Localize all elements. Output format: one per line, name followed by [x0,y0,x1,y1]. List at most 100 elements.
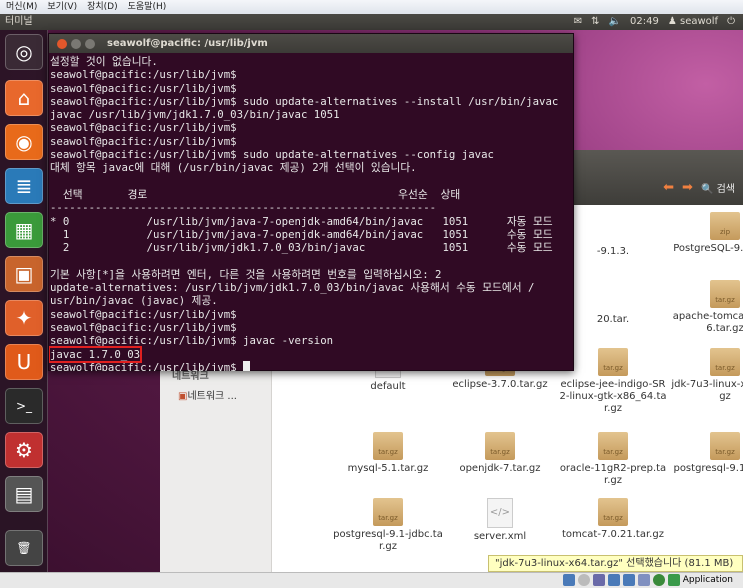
forward-arrow-icon[interactable]: ➡ [682,180,693,195]
terminal-line-text: 1 /usr/lib/jvm/java-7-openjdk-amd64/bin/… [50,227,553,241]
power-icon[interactable]: ⏻ [727,14,735,30]
launcher-libreoffice-writer[interactable]: ≣ [5,168,43,204]
terminal-line-text: 기본 사항[*]을 사용하려면 엔터, 다른 것을 사용하려면 번호를 입력하십… [50,267,442,281]
file-item[interactable]: tar.gz apache-tomcat-7.0.26.tar.gz [670,280,743,335]
archive-icon: tar.gz [710,432,740,460]
terminal-line: seawolf@pacific:/usr/lib/jvm$ javac -ver… [50,334,573,347]
home-folder-icon: ⌂ [17,86,31,110]
file-item[interactable]: 20.tar. [558,280,668,326]
launcher-ubuntu-one[interactable]: U [5,344,43,380]
terminal-line-text: seawolf@pacific:/usr/lib/jvm$ [50,307,237,321]
file-item[interactable]: </> server.xml [445,498,555,543]
file-name: postgresql-9.1-jdbc.tar.gz [333,529,443,552]
launcher-ubuntu-dash[interactable]: ◎ [5,34,43,70]
file-item[interactable]: tar.gz postgresql-9.1-jdbc.tar.gz [333,498,443,553]
volume-icon[interactable]: 🔈 [609,14,621,30]
terminal-window[interactable]: seawolf@pacific: /usr/lib/jvm 설정할 것이 없습니… [48,33,574,371]
terminal-title: seawolf@pacific: /usr/lib/jvm [107,38,268,49]
capture-icon[interactable] [652,574,665,586]
file-name: 20.tar. [596,314,630,325]
file-item[interactable]: tar.gz jdk-7u3-linux-x64.tar.gz [670,348,743,403]
file-item[interactable]: tar.gz oracle-11gR2-prep.tar.gz [558,432,668,487]
launcher-libreoffice-impress[interactable]: ▣ [5,256,43,292]
archive-icon: tar.gz [373,432,403,460]
terminal-cursor [243,360,251,371]
terminal-line: 2 /usr/lib/jvm/jdk1.7.0_03/bin/javac 105… [50,241,573,254]
search-icon: 🔍 [700,184,714,195]
ubuntu-dash-icon: ◎ [15,40,33,64]
terminal-icon: >_ [15,399,33,413]
file-item[interactable]: tar.gz tomcat-7.0.21.tar.gz [558,498,668,541]
file-item[interactable]: tar.gz mysql-5.1.tar.gz [333,432,443,475]
terminal-line-text: seawolf@pacific:/usr/lib/jvm$ sudo updat… [50,94,559,108]
libreoffice-impress-icon: ▣ [14,262,34,286]
file-name: oracle-11gR2-prep.tar.gz [559,463,667,486]
terminal-line-text: * 0 /usr/lib/jvm/java-7-openjdk-amd64/bi… [50,214,553,228]
sidebar-item-network[interactable]: ▣네트워크 ... [178,387,237,402]
maximize-icon[interactable] [85,39,95,49]
launcher-terminal[interactable]: >_ [5,388,43,424]
host-key-icon[interactable] [667,574,680,586]
terminal-line: seawolf@pacific:/usr/lib/jvm$ [50,121,573,134]
archive-icon: tar.gz [598,498,628,526]
launcher-software-center[interactable]: ✦ [5,300,43,336]
minimize-icon[interactable] [71,39,81,49]
terminal-line-text: 2 /usr/lib/jvm/jdk1.7.0_03/bin/javac 105… [50,241,553,255]
archive-icon: tar.gz [598,348,628,376]
menu-item-0[interactable]: 머신(M) [6,2,37,12]
close-icon[interactable] [57,39,67,49]
file-name: eclipse-jee-indigo-SR2-linux-gtk-x86_64.… [559,379,667,414]
menu-item-3[interactable]: 도움말(H) [128,2,167,12]
terminal-line: 설정할 것이 없습니다. [50,55,573,68]
shared-folder-icon[interactable] [622,574,635,586]
highlighted-version-output: javac 1.7.0_03 [49,345,143,363]
launcher: ◎ ⌂ ◉ ≣ ▦ ▣ ✦ U >_ ⚙ ▤ 🗑 [0,30,48,572]
file-name: tomcat-7.0.21.tar.gz [562,529,664,540]
search-button[interactable]: 🔍 검색 [701,180,735,195]
file-item[interactable]: tar.gz eclipse-jee-indigo-SR2-linux-gtk-x… [558,348,668,415]
terminal-line-text: seawolf@pacific:/usr/lib/jvm$ sudo updat… [50,148,494,162]
back-arrow-icon[interactable]: ⬅ [663,180,674,195]
launcher-system-settings[interactable]: ⚙ [5,432,43,468]
file-name: default [370,381,406,392]
launcher-home-folder[interactable]: ⌂ [5,80,43,116]
launcher-firefox[interactable]: ◉ [5,124,43,160]
launcher-libreoffice-calc[interactable]: ▦ [5,212,43,248]
search-label: 검색 [716,184,735,195]
file-name: openjdk-7.tar.gz [459,463,541,474]
software-center-icon: ✦ [15,306,33,330]
file-item[interactable]: tar.gz openjdk-7.tar.gz [445,432,555,475]
clock[interactable]: 02:49 [630,14,659,30]
archive-icon: tar.gz [710,280,740,308]
terminal-line-text: seawolf@pacific:/usr/lib/jvm$ [50,121,237,135]
file-item[interactable]: -9.1.3. [558,212,668,258]
launcher-workspace-switcher[interactable]: ▤ [5,476,43,512]
trash-icon: 🗑 [16,541,32,555]
user-name: seawolf [679,16,719,27]
terminal-line-text: usr/bin/javac (javac) 제공. [50,294,218,308]
file-item[interactable]: zip PostgreSQL-9.1.3.zip [670,212,743,255]
terminal-titlebar[interactable]: seawolf@pacific: /usr/lib/jvm [49,34,573,53]
user-menu[interactable]: ♟ seawolf [668,14,718,30]
file-name: mysql-5.1.tar.gz [347,463,429,474]
network-icon[interactable]: ⇅ [591,14,599,30]
file-name: apache-tomcat-7.0.26.tar.gz [672,311,743,334]
terminal-output[interactable]: 설정할 것이 없습니다. seawolf@pacific:/usr/lib/jvm… [49,53,573,371]
launcher-trash[interactable]: 🗑 [5,530,43,566]
file-name: postgresql-9.1.tar.gz [673,463,743,474]
mail-icon[interactable]: ✉ [574,14,582,30]
terminal-line: seawolf@pacific:/usr/lib/jvm$ [50,135,573,148]
active-app-title: 터미널 [5,16,33,27]
xml-file-icon: </> [487,498,513,528]
file-name: server.xml [473,531,527,542]
hard-disk-icon[interactable] [562,574,575,586]
terminal-line: seawolf@pacific:/usr/lib/jvm$ [50,360,573,371]
menu-item-2[interactable]: 장치(D) [87,2,118,12]
file-item[interactable]: tar.gz postgresql-9.1.tar.gz [670,432,743,475]
cd-icon[interactable] [577,574,590,586]
menu-item-1[interactable]: 보기(V) [47,2,77,12]
terminal-line: 대체 항목 javac에 대해 (/usr/bin/javac 제공) 2개 선… [50,161,573,174]
usb-icon[interactable] [592,574,605,586]
display-icon[interactable] [637,574,650,586]
network-adapter-icon[interactable] [607,574,620,586]
